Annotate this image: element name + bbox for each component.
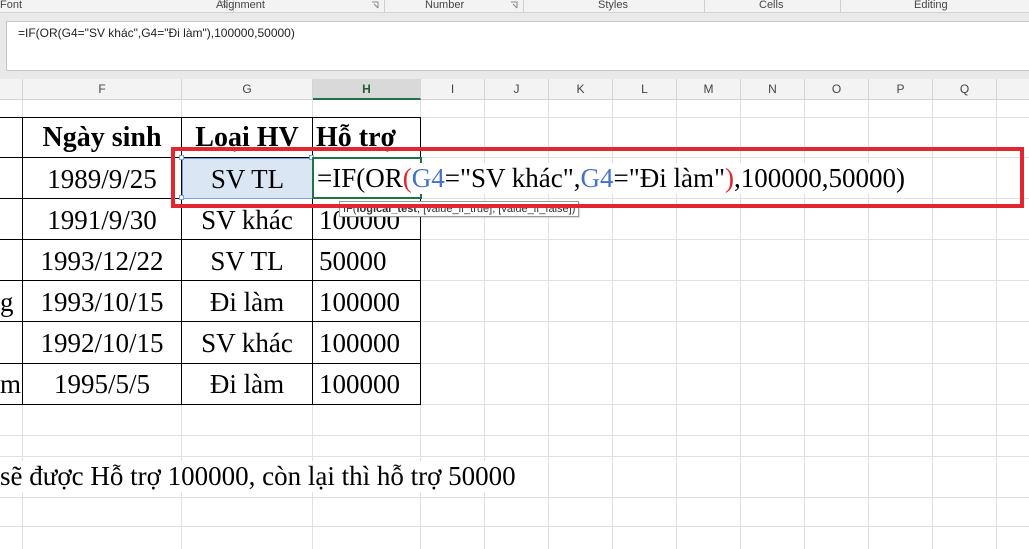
cell-f8[interactable]: 1992/10/15: [23, 328, 181, 359]
cell-g8[interactable]: SV khác: [182, 328, 312, 359]
note-text[interactable]: sẽ được Hỗ trợ 100000, còn lại thì hỗ tr…: [0, 461, 520, 492]
alignment-dialog-launcher-icon[interactable]: [371, 1, 380, 10]
column-header-f[interactable]: F: [23, 79, 182, 100]
cell-h7[interactable]: 100000: [319, 287, 419, 318]
cell-f9[interactable]: 1995/5/5: [23, 369, 181, 400]
table-border: [0, 280, 421, 281]
ribbon-separator: [840, 0, 841, 12]
column-header-j[interactable]: J: [485, 79, 549, 100]
gridline: [0, 497, 1029, 498]
column-header-q[interactable]: Q: [933, 79, 997, 100]
column-header-row: F G H I J K L M N O P Q: [0, 79, 1029, 100]
highlight-box: [171, 147, 1024, 208]
column-header-o[interactable]: O: [805, 79, 869, 100]
cell-h9[interactable]: 100000: [319, 369, 419, 400]
ribbon-group-alignment: Alignment: [216, 0, 265, 11]
gridline: [0, 526, 1029, 527]
cell-h6[interactable]: 50000: [319, 246, 419, 277]
column-header-g[interactable]: G: [182, 79, 313, 100]
ribbon-group-styles: Styles: [598, 0, 628, 11]
cell-e9[interactable]: m: [0, 369, 22, 400]
column-header-i[interactable]: I: [421, 79, 485, 100]
ribbon-group-cells: Cells: [759, 0, 784, 11]
table-border: [0, 321, 421, 322]
header-ngay-sinh[interactable]: Ngày sinh: [23, 122, 181, 154]
column-header-r[interactable]: [997, 79, 1029, 100]
column-header-e[interactable]: [0, 79, 23, 100]
formula-text: =IF(OR(G4="SV khác",G4="Đi làm"),100000,…: [18, 26, 295, 40]
column-header-p[interactable]: P: [869, 79, 933, 100]
column-header-m[interactable]: M: [677, 79, 741, 100]
table-border: [0, 404, 421, 405]
cell-g5[interactable]: SV khác: [182, 205, 312, 236]
table-border: [0, 363, 421, 364]
column-header-l[interactable]: L: [613, 79, 677, 100]
cell-g7[interactable]: Đi làm: [182, 287, 312, 318]
cell-f4[interactable]: 1989/9/25: [23, 164, 181, 195]
cell-e7[interactable]: g: [0, 287, 22, 318]
formula-input[interactable]: =IF(OR(G4="SV khác",G4="Đi làm"),100000,…: [6, 21, 1029, 71]
cell-h8[interactable]: 100000: [319, 328, 419, 359]
table-border: [0, 239, 421, 240]
table-border: [0, 117, 421, 118]
worksheet-grid[interactable]: F G H I J K L M N O P Q Ngày sinh Loại H…: [0, 76, 1029, 549]
gridline: [0, 456, 1029, 457]
ribbon-group-labels: Font Alignment Number Styles Cells Editi…: [0, 0, 1029, 13]
cell-g6[interactable]: SV TL: [182, 246, 312, 277]
cell-f7[interactable]: 1993/10/15: [23, 287, 181, 318]
column-header-k[interactable]: K: [549, 79, 613, 100]
cell-g9[interactable]: Đi làm: [182, 369, 312, 400]
gridline: [0, 435, 1029, 436]
ribbon-separator: [523, 0, 524, 12]
number-dialog-launcher-icon[interactable]: [510, 1, 519, 10]
column-header-n[interactable]: N: [741, 79, 805, 100]
cell-f5[interactable]: 1991/9/30: [23, 205, 181, 236]
ribbon-group-number: Number: [425, 0, 465, 11]
column-header-h[interactable]: H: [313, 79, 421, 100]
ribbon-separator: [384, 0, 385, 12]
ribbon-group-editing: Editing: [914, 0, 948, 11]
ribbon-separator: [704, 0, 705, 12]
ribbon-group-font: Font: [0, 0, 23, 11]
cell-f6[interactable]: 1993/12/22: [23, 246, 181, 277]
